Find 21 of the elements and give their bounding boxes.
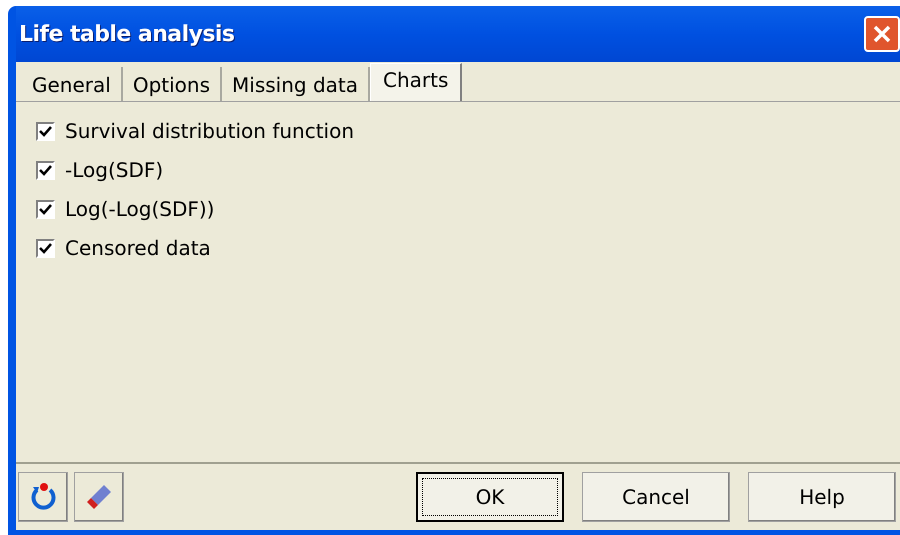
checkbox[interactable]	[36, 160, 55, 180]
reset-button[interactable]	[18, 472, 68, 522]
checkbox-label: Survival distribution function	[65, 119, 354, 143]
window-title: Life table analysis	[18, 20, 234, 48]
close-icon	[872, 24, 892, 44]
tab[interactable]: Charts	[370, 63, 462, 101]
dialog-button[interactable]: OK	[416, 472, 564, 522]
checkbox[interactable]	[36, 122, 55, 140]
dialog-button[interactable]: Help	[748, 472, 896, 522]
checkmark-icon	[39, 242, 52, 254]
checkbox[interactable]	[36, 238, 55, 258]
dialog-button[interactable]: Cancel	[582, 472, 730, 522]
checkbox-label: Censored data	[65, 236, 211, 260]
eraser-button[interactable]	[74, 472, 124, 522]
checkbox-label: Log(-Log(SDF))	[65, 197, 214, 221]
checkbox-label: -Log(SDF)	[65, 158, 164, 182]
checkmark-icon	[39, 204, 52, 214]
checkmark-icon	[39, 126, 52, 136]
checkmark-icon	[39, 164, 52, 176]
close-button[interactable]	[864, 16, 900, 52]
checkbox[interactable]	[36, 200, 55, 218]
